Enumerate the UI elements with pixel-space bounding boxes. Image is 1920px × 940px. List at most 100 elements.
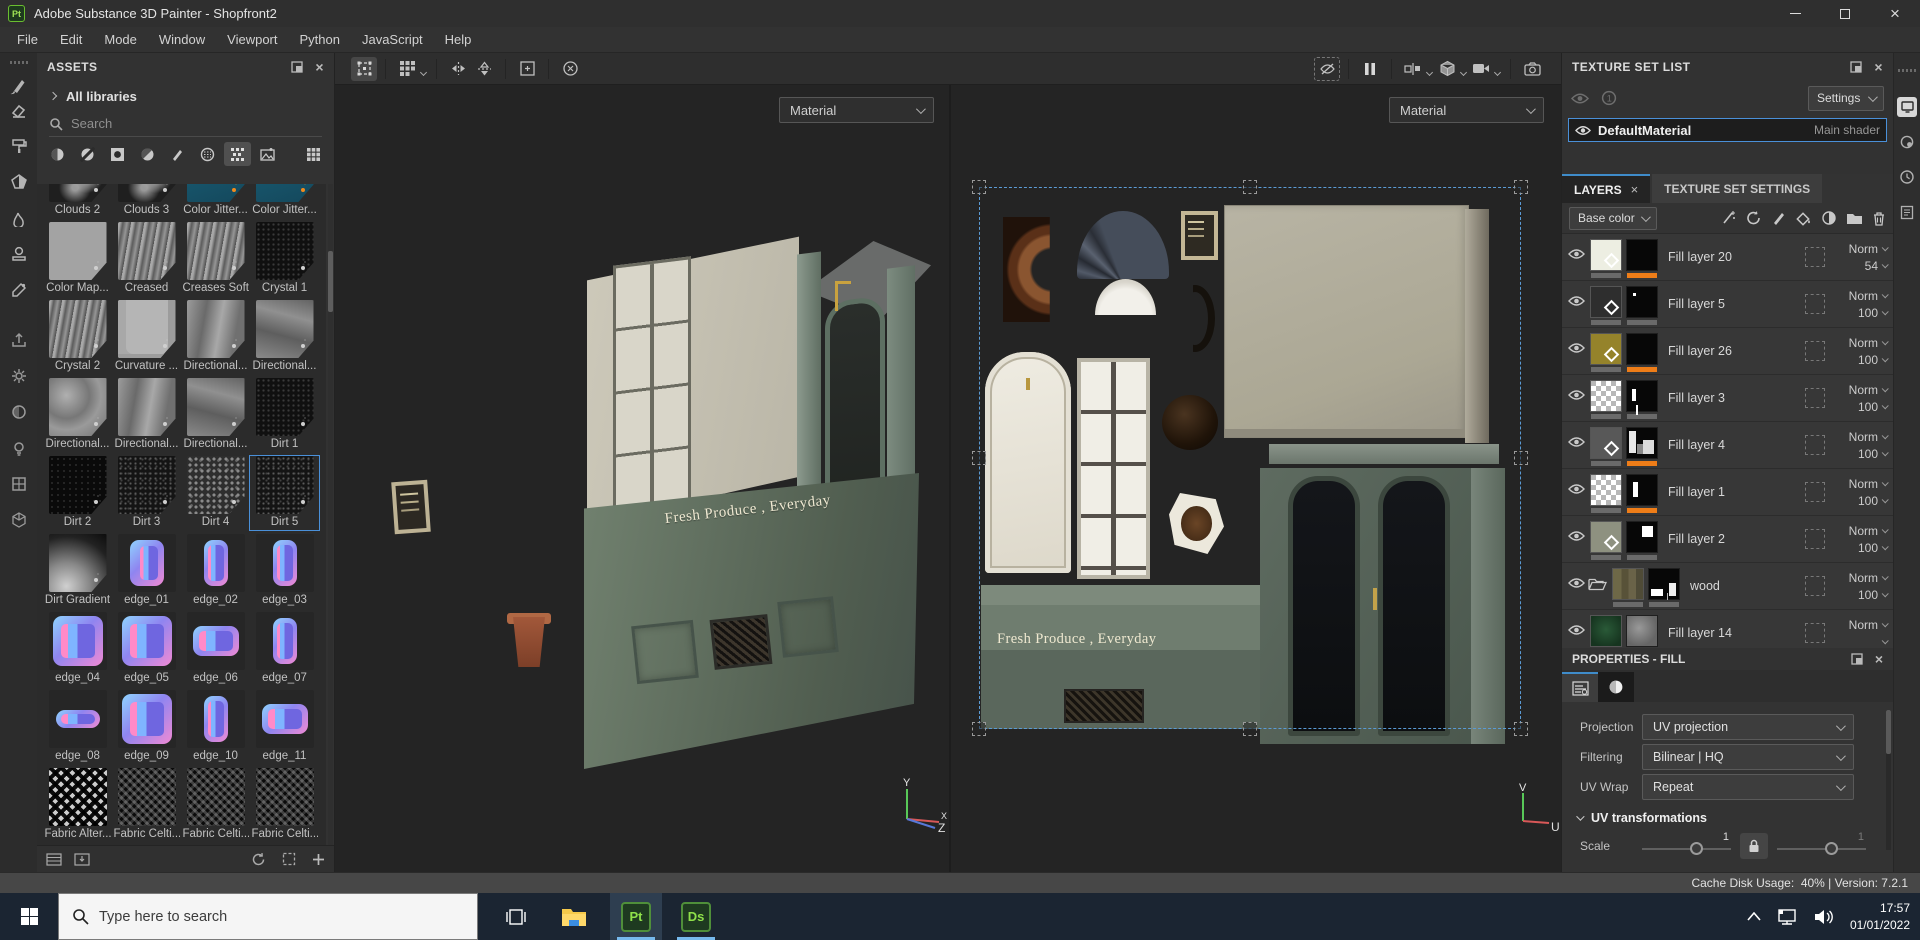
search-input[interactable] — [71, 116, 322, 131]
layer-row[interactable]: Fill layer 26 Norm 100 — [1562, 328, 1893, 375]
opacity-dropdown[interactable]: 100 — [1825, 304, 1889, 321]
smudge-tool-icon[interactable] — [7, 206, 31, 230]
mirror-vertical-icon[interactable] — [471, 57, 497, 81]
paint-roller-tool-icon[interactable] — [7, 134, 31, 158]
menu-item-javascript[interactable]: JavaScript — [351, 27, 434, 53]
asset-thumbnail[interactable] — [186, 456, 245, 514]
blend-mode-dropdown[interactable]: Norm — [1825, 569, 1889, 586]
material-picker-tool-icon[interactable] — [7, 278, 31, 302]
network-icon[interactable] — [1776, 908, 1798, 926]
layer-row[interactable]: Fill layer 2 Norm 100 — [1562, 516, 1893, 563]
layer-mask-thumbnail[interactable] — [1626, 427, 1658, 459]
close-tab-icon[interactable]: × — [1631, 182, 1639, 197]
layer-row[interactable]: wood Norm 100 — [1562, 563, 1893, 610]
asset-thumbnail[interactable] — [48, 612, 107, 670]
asset-thumbnail[interactable] — [255, 222, 314, 280]
material-sphere-icon[interactable] — [7, 400, 31, 424]
asset-thumbnail[interactable] — [48, 184, 107, 202]
asset-cell[interactable]: edge_06 — [181, 612, 250, 686]
asset-cell[interactable]: Color Jitter... — [250, 184, 319, 218]
speaker-icon[interactable] — [1813, 909, 1835, 925]
eraser-tool-icon[interactable] — [7, 98, 31, 122]
smart-masks-filter-icon[interactable] — [104, 142, 131, 166]
layer-mask-thumbnail[interactable] — [1626, 615, 1658, 647]
asset-cell[interactable]: edge_09 — [112, 690, 181, 764]
selection-handle-top-center[interactable] — [1243, 180, 1257, 194]
selection-handle-mid-right[interactable] — [1514, 451, 1528, 465]
asset-cell[interactable]: Dirt 5 — [249, 455, 320, 531]
add-group-icon[interactable] — [1846, 211, 1863, 225]
asset-cell[interactable]: edge_05 — [112, 612, 181, 686]
layer-visibility-eye-icon[interactable] — [1568, 530, 1588, 542]
asset-thumbnail[interactable] — [186, 612, 245, 670]
blend-mode-dropdown[interactable]: Norm — [1825, 334, 1889, 351]
delete-layer-icon[interactable] — [1872, 211, 1886, 226]
display-settings-icon[interactable] — [1897, 97, 1917, 117]
layer-visibility-eye-icon[interactable] — [1568, 342, 1588, 354]
texture-set-row[interactable]: DefaultMaterial Main shader — [1568, 118, 1887, 142]
asset-thumbnail[interactable] — [117, 222, 176, 280]
layer-row[interactable]: Fill layer 4 Norm 100 — [1562, 422, 1893, 469]
asset-cell[interactable]: Dirt 2 — [43, 456, 112, 530]
asset-cell[interactable]: Clouds 3 — [112, 184, 181, 218]
asset-thumbnail[interactable] — [117, 378, 176, 436]
file-explorer-button[interactable] — [550, 893, 598, 940]
tray-chevron-icon[interactable] — [1747, 912, 1761, 921]
screenshot-camera-icon[interactable] — [1519, 57, 1545, 81]
scale-y-slider[interactable]: 1 — [1777, 831, 1866, 858]
lighting-icon[interactable] — [7, 436, 31, 460]
asset-cell[interactable]: Creases Soft — [181, 222, 250, 296]
shading-mode-dropdown-3d[interactable]: Material — [779, 97, 934, 123]
layer-content-thumbnail[interactable] — [1590, 474, 1622, 506]
opacity-dropdown[interactable]: 100 — [1825, 586, 1889, 603]
layer-anchor-slot[interactable] — [1805, 341, 1825, 361]
opacity-dropdown[interactable]: 54 — [1825, 257, 1889, 274]
asset-cell[interactable]: Directional... — [181, 300, 250, 374]
asset-cell[interactable]: Creased — [112, 222, 181, 296]
properties-scrollbar[interactable] — [1886, 710, 1891, 850]
layer-mask-thumbnail[interactable] — [1626, 380, 1658, 412]
tiling-dropdown-caret[interactable] — [419, 68, 428, 77]
geometry-decal-icon[interactable] — [1434, 57, 1460, 81]
asset-cell[interactable]: Fabric Celti... — [250, 768, 319, 842]
uv-transformations-section[interactable]: UV transformations — [1562, 802, 1893, 828]
asset-thumbnail[interactable] — [255, 300, 314, 358]
maximize-button[interactable] — [1820, 0, 1870, 27]
add-fill-layer-icon[interactable] — [1796, 210, 1812, 226]
selection-handle-bottom-right[interactable] — [1514, 722, 1528, 736]
asset-thumbnail[interactable] — [255, 768, 314, 826]
polygon-fill-tool-icon[interactable] — [7, 170, 31, 194]
menu-item-viewport[interactable]: Viewport — [216, 27, 288, 53]
taskbar-substance-designer[interactable]: Ds — [670, 893, 722, 940]
dock-panel-icon[interactable] — [291, 61, 304, 73]
asset-thumbnail[interactable] — [186, 534, 245, 592]
asset-cell[interactable]: Directional... — [181, 378, 250, 452]
layer-anchor-slot[interactable] — [1805, 482, 1825, 502]
asset-cell[interactable]: Dirt 1 — [250, 378, 319, 452]
blend-mode-dropdown[interactable]: Norm — [1825, 240, 1889, 257]
asset-cell[interactable]: Crystal 2 — [43, 300, 112, 374]
asset-thumbnail[interactable] — [48, 534, 107, 592]
texture-set-settings-dropdown[interactable]: Settings — [1808, 85, 1884, 111]
layer-anchor-slot[interactable] — [1805, 576, 1825, 596]
layer-mask-thumbnail[interactable] — [1626, 474, 1658, 506]
asset-thumbnail[interactable] — [255, 184, 314, 202]
asset-cell[interactable]: edge_07 — [250, 612, 319, 686]
asset-thumbnail[interactable] — [186, 222, 245, 280]
solo-visibility-icon[interactable]: 1 — [1601, 90, 1617, 106]
layer-visibility-eye-icon[interactable] — [1568, 624, 1588, 636]
opacity-dropdown[interactable]: 100 — [1825, 398, 1889, 415]
tiling-mode-icon[interactable] — [394, 57, 420, 81]
minimize-button[interactable] — [1770, 0, 1820, 27]
view-3d[interactable]: Material Fresh Produce , Everyday Y X Z — [335, 85, 951, 872]
start-button[interactable] — [0, 893, 58, 940]
asset-thumbnail[interactable] — [255, 534, 314, 592]
scale-x-slider[interactable]: 1 — [1642, 831, 1731, 858]
tab-fill-parameters[interactable] — [1562, 672, 1598, 702]
add-asset-icon[interactable] — [312, 853, 325, 866]
blend-mode-dropdown[interactable]: Norm — [1825, 428, 1889, 445]
selection-handle-mid-left[interactable] — [972, 451, 986, 465]
asset-thumbnail[interactable] — [117, 612, 176, 670]
materials-filter-icon[interactable] — [44, 142, 71, 166]
layer-mask-thumbnail[interactable] — [1626, 239, 1658, 271]
